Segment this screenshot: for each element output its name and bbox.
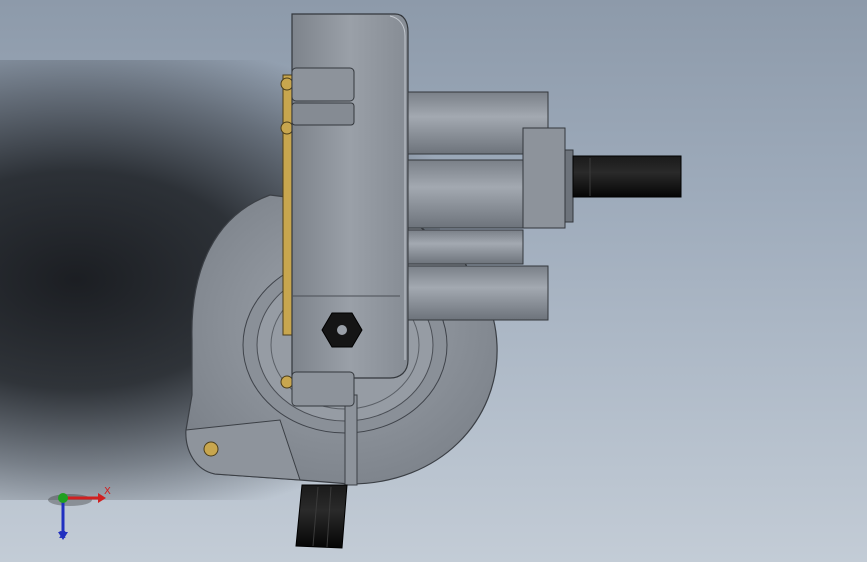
y-axis-icon: [58, 493, 68, 503]
z-axis-label: Z: [59, 530, 66, 541]
graphics-viewport[interactable]: X Z: [0, 0, 867, 562]
right-cable[interactable]: [572, 155, 682, 198]
side-cylinders[interactable]: [407, 91, 574, 321]
x-axis-label: X: [104, 486, 111, 497]
cad-model[interactable]: [0, 0, 867, 562]
bottom-cable[interactable]: [295, 484, 348, 549]
motor-housing[interactable]: [291, 13, 409, 407]
mount-bolt-icon: [203, 441, 219, 457]
